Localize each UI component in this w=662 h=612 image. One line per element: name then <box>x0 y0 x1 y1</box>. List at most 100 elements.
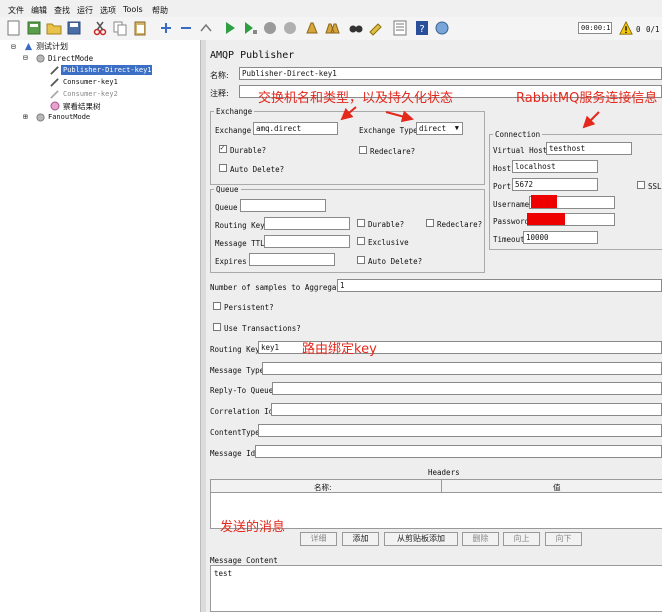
warning-icon[interactable] <box>619 21 633 35</box>
headers-col-name[interactable]: 名称: <box>314 482 332 493</box>
chevron-down-icon: ▼ <box>454 124 459 132</box>
queue-exclusive-checkbox[interactable] <box>357 237 365 245</box>
persistent-checkbox[interactable] <box>213 302 221 310</box>
move-up-button[interactable]: 向上 <box>503 532 540 546</box>
exchange-autodelete-checkbox[interactable] <box>219 164 227 172</box>
samples-field[interactable]: 1 <box>337 279 662 292</box>
move-down-button[interactable]: 向下 <box>545 532 582 546</box>
tree-item-results[interactable]: 察看结果树 <box>63 101 101 112</box>
reply-to-field[interactable] <box>272 382 662 395</box>
tree-expander-root[interactable]: ⊟ <box>11 42 16 51</box>
reply-to-label: Reply-To Queue <box>210 386 274 395</box>
start-icon[interactable] <box>222 20 238 36</box>
save-icon[interactable] <box>66 20 82 36</box>
menu-run[interactable]: 运行 <box>77 5 93 16</box>
queue-group-title: Queue <box>214 185 241 194</box>
detail-button[interactable]: 详细 <box>300 532 337 546</box>
menu-tools[interactable]: Tools <box>123 5 143 14</box>
tree-item-publisher[interactable]: Publisher-Direct-key1 <box>63 66 152 74</box>
copy-icon[interactable] <box>112 20 128 36</box>
message-type-field[interactable] <box>262 362 662 375</box>
svg-text:?: ? <box>419 24 424 35</box>
queue-field[interactable] <box>240 199 326 212</box>
exchange-durable-checkbox[interactable] <box>219 143 227 153</box>
new-icon[interactable] <box>6 20 22 36</box>
reset-search-icon[interactable] <box>368 20 384 36</box>
username-redaction <box>531 195 557 208</box>
paste-icon[interactable] <box>132 20 148 36</box>
tree-item-fanoutmode[interactable]: FanoutMode <box>48 113 90 121</box>
queue-autodelete-label: Auto Delete? <box>368 257 423 266</box>
thread-ratio: 0/1 <box>646 25 660 34</box>
correlation-field[interactable] <box>271 403 662 416</box>
queue-durable-checkbox[interactable] <box>357 219 365 227</box>
tree-item-consumer1[interactable]: Consumer-key1 <box>63 78 118 86</box>
clear-all-icon[interactable] <box>324 20 340 36</box>
exchange-autodelete-label: Auto Delete? <box>230 165 285 174</box>
exchange-redeclare-checkbox[interactable] <box>359 146 367 154</box>
message-content-area[interactable]: test <box>210 565 662 612</box>
tree-panel: ⊟ 测试计划 ⊟ DirectMode Publisher-Direct-key… <box>0 40 201 612</box>
message-ttl-field[interactable] <box>264 235 350 248</box>
ssl-checkbox[interactable] <box>637 181 645 189</box>
function-helper-icon[interactable] <box>392 20 408 36</box>
expand-icon[interactable] <box>158 20 174 36</box>
menu-edit[interactable]: 编辑 <box>31 5 47 16</box>
listener-icon <box>50 101 60 111</box>
host-field[interactable]: localhost <box>512 160 598 173</box>
headers-col-divider <box>441 480 442 492</box>
cut-icon[interactable] <box>92 20 108 36</box>
timeout-field[interactable]: 10000 <box>523 231 598 244</box>
start-no-pause-icon[interactable] <box>242 20 258 36</box>
persistent-label: Persistent? <box>224 303 274 312</box>
tree-expander-direct[interactable]: ⊟ <box>23 53 28 62</box>
queue-exclusive-label: Exclusive <box>368 238 409 247</box>
search-icon[interactable] <box>348 20 364 36</box>
headers-header-row <box>211 480 662 493</box>
queue-redeclare-checkbox[interactable] <box>426 219 434 227</box>
menu-help[interactable]: 帮助 <box>152 5 168 16</box>
annotation-message: 发送的消息 <box>220 520 286 535</box>
headers-col-value[interactable]: 值 <box>553 482 561 493</box>
routing-key-label: Routing Key <box>210 345 260 354</box>
expires-field[interactable] <box>249 253 335 266</box>
tree-item-directmode[interactable]: DirectMode <box>48 54 93 63</box>
username-label: Username <box>493 200 530 209</box>
shutdown-icon[interactable] <box>282 20 298 36</box>
tree-expander-fanout[interactable]: ⊞ <box>23 112 28 121</box>
delete-button[interactable]: 删除 <box>462 532 499 546</box>
queue-autodelete-checkbox[interactable] <box>357 256 365 264</box>
menu-file[interactable]: 文件 <box>8 5 24 16</box>
queue-durable-label: Durable? <box>368 220 405 229</box>
queue-routing-key-field[interactable] <box>264 217 350 230</box>
content-type-field[interactable] <box>258 424 662 437</box>
tree-item-root[interactable]: 测试计划 <box>36 41 68 52</box>
help-icon[interactable]: ? <box>414 20 430 36</box>
content-type-label: ContentType <box>210 428 260 437</box>
samples-label: Number of samples to Aggregate <box>210 283 346 292</box>
clear-icon[interactable] <box>304 20 320 36</box>
tree-item-consumer2[interactable]: Consumer-key2 <box>63 90 118 98</box>
exchange-type-select[interactable]: direct ▼ <box>416 122 463 135</box>
menu-options[interactable]: 选项 <box>100 5 116 16</box>
ssl-label: SSL? <box>648 182 662 191</box>
toggle-icon[interactable] <box>198 20 214 36</box>
add-from-clipboard-button[interactable]: 从剪贴板添加 <box>384 532 458 546</box>
message-id-field[interactable] <box>255 445 662 458</box>
collapse-icon[interactable] <box>178 20 194 36</box>
port-field[interactable]: 5672 <box>512 178 598 191</box>
comment-label: 注释: <box>210 89 229 98</box>
message-content-label: Message Content <box>210 556 278 565</box>
exchange-redeclare-label: Redeclare? <box>370 147 416 156</box>
stop-icon[interactable] <box>262 20 278 36</box>
menu-search[interactable]: 查找 <box>54 5 70 16</box>
panel-title: AMQP Publisher <box>210 50 295 61</box>
transactions-checkbox[interactable] <box>213 323 221 331</box>
name-field[interactable]: Publisher-Direct-key1 <box>239 67 662 80</box>
open-icon[interactable] <box>46 20 62 36</box>
exchange-field[interactable]: amq.direct <box>253 122 338 135</box>
templates-icon[interactable] <box>26 20 42 36</box>
remote-icon[interactable] <box>434 20 450 36</box>
vhost-field[interactable]: testhost <box>546 142 632 155</box>
add-button[interactable]: 添加 <box>342 532 379 546</box>
